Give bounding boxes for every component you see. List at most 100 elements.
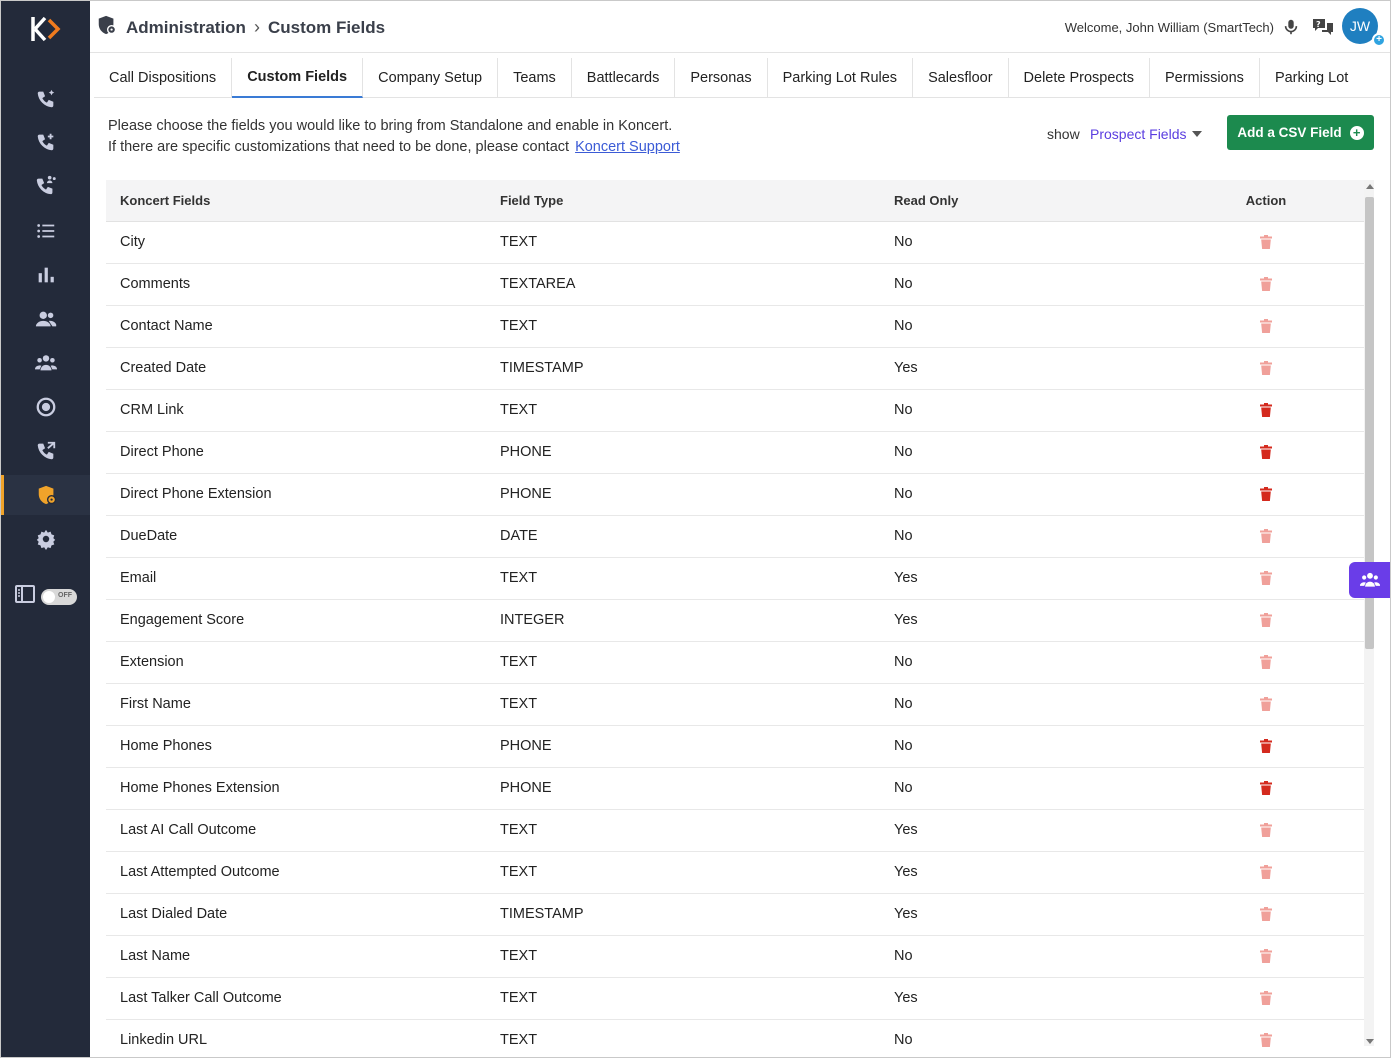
tab-parking-lot-rules[interactable]: Parking Lot Rules [768, 58, 914, 98]
koncert-logo[interactable] [29, 13, 63, 45]
koncert-support-link[interactable]: Koncert Support [575, 139, 680, 155]
scroll-up-arrow-icon[interactable] [1366, 184, 1374, 189]
table-row: Email TEXT Yes [106, 557, 1364, 600]
sidebar-toggle-switch[interactable]: OFF [41, 588, 77, 605]
table-row: City TEXT No [106, 221, 1364, 264]
table-row: Last Talker Call Outcome TEXT Yes [106, 977, 1364, 1020]
chat-help-icon[interactable]: ? [1312, 17, 1333, 37]
action-cell [1198, 977, 1364, 1020]
intro-line-2-text: If there are specific customizations tha… [108, 139, 570, 155]
action-cell [1198, 221, 1364, 264]
users-icon[interactable] [1, 299, 90, 339]
col-header-koncert-fields[interactable]: Koncert Fields [106, 180, 486, 222]
tab-call-dispositions[interactable]: Call Dispositions [94, 58, 233, 98]
field-type-cell: TEXT [486, 683, 880, 726]
read-only-cell: No [880, 1019, 1198, 1057]
phone-group-icon[interactable] [1, 165, 90, 205]
action-cell [1198, 809, 1364, 852]
toggle-knob [43, 590, 55, 603]
caret-down-icon [1192, 131, 1203, 137]
field-name-cell: Last Name [106, 935, 486, 978]
table-row: Direct Phone PHONE No [106, 431, 1364, 474]
settings-icon[interactable] [1, 519, 90, 559]
tab-company-setup[interactable]: Company Setup [363, 58, 499, 98]
intro-text: Please choose the fields you would like … [108, 116, 680, 158]
trash-icon[interactable] [1260, 739, 1272, 754]
toggle-label: OFF [58, 591, 72, 599]
list-icon[interactable] [1, 211, 90, 251]
col-header-field-type[interactable]: Field Type [486, 180, 880, 222]
action-cell [1198, 935, 1364, 978]
trash-icon [1260, 991, 1272, 1006]
action-cell [1198, 263, 1364, 306]
phone-sparkle-icon[interactable] [1, 79, 90, 119]
tab-parking-lot[interactable]: Parking Lot [1260, 58, 1363, 98]
trash-icon[interactable] [1260, 487, 1272, 502]
tab-delete-prospects[interactable]: Delete Prospects [1009, 58, 1150, 98]
field-type-cell: PHONE [486, 767, 880, 810]
table-row: Extension TEXT No [106, 641, 1364, 684]
add-csv-field-button[interactable]: Add a CSV Field + [1227, 115, 1374, 150]
field-type-cell: TIMESTAMP [486, 347, 880, 390]
scroll-down-arrow-icon[interactable] [1366, 1039, 1374, 1044]
avatar-plus-icon[interactable]: + [1372, 33, 1386, 47]
trash-icon[interactable] [1260, 445, 1272, 460]
field-type-cell: TEXT [486, 221, 880, 264]
bar-chart-icon[interactable] [1, 255, 90, 295]
trash-icon [1260, 823, 1272, 838]
field-type-cell: TEXT [486, 641, 880, 684]
field-set-selected: Prospect Fields [1090, 126, 1187, 142]
team-panel-float-button[interactable] [1349, 562, 1390, 598]
field-set-dropdown[interactable]: Prospect Fields [1090, 126, 1203, 142]
team-icon[interactable] [1, 343, 90, 383]
field-name-cell: Engagement Score [106, 599, 486, 642]
field-type-cell: TEXT [486, 389, 880, 432]
tab-permissions[interactable]: Permissions [1150, 58, 1260, 98]
trash-icon [1260, 613, 1272, 628]
field-name-cell: Email [106, 557, 486, 600]
field-type-cell: PHONE [486, 431, 880, 474]
table-row: Home Phones Extension PHONE No [106, 767, 1364, 810]
intro-line-2: If there are specific customizations tha… [108, 137, 680, 158]
breadcrumb-root[interactable]: Administration [126, 18, 246, 38]
microphone-icon[interactable] [1282, 17, 1302, 37]
tab-battlecards[interactable]: Battlecards [572, 58, 676, 98]
action-cell [1198, 389, 1364, 432]
col-header-read-only[interactable]: Read Only [880, 180, 1198, 222]
trash-icon [1260, 361, 1272, 376]
trash-icon [1260, 865, 1272, 880]
table-row: Created Date TIMESTAMP Yes [106, 347, 1364, 390]
breadcrumb-current: Custom Fields [267, 17, 386, 37]
trash-icon [1260, 949, 1272, 964]
target-icon[interactable] [1, 387, 90, 427]
field-type-cell: PHONE [486, 473, 880, 516]
trash-icon[interactable] [1260, 403, 1272, 418]
tab-salesfloor[interactable]: Salesfloor [913, 58, 1009, 98]
field-type-cell: INTEGER [486, 599, 880, 642]
phone-plus-icon[interactable] [1, 122, 90, 162]
read-only-cell: Yes [880, 557, 1198, 600]
table-row: Last Name TEXT No [106, 935, 1364, 978]
read-only-cell: Yes [880, 977, 1198, 1020]
field-name-cell: Last AI Call Outcome [106, 809, 486, 852]
field-name-cell: Home Phones [106, 725, 486, 768]
admin-shield-icon[interactable] [1, 475, 90, 515]
field-type-cell: TEXT [486, 305, 880, 348]
read-only-cell: Yes [880, 851, 1198, 894]
top-header: Administration › Custom Fields Welcome, … [90, 1, 1390, 53]
table-row: Contact Name TEXT No [106, 305, 1364, 348]
read-only-cell: No [880, 683, 1198, 726]
read-only-cell: No [880, 263, 1198, 306]
phone-transfer-icon[interactable] [1, 431, 90, 471]
action-cell [1198, 599, 1364, 642]
tab-teams[interactable]: Teams [498, 58, 572, 98]
field-name-cell: Contact Name [106, 305, 486, 348]
trash-icon[interactable] [1260, 781, 1272, 796]
tab-personas[interactable]: Personas [675, 58, 768, 98]
action-cell [1198, 557, 1364, 600]
tab-custom-fields[interactable]: Custom Fields [232, 58, 364, 98]
field-name-cell: Direct Phone Extension [106, 473, 486, 516]
layout-toggle-row: OFF [15, 585, 77, 608]
trash-icon [1260, 1033, 1272, 1048]
table-row: Last AI Call Outcome TEXT Yes [106, 809, 1364, 852]
